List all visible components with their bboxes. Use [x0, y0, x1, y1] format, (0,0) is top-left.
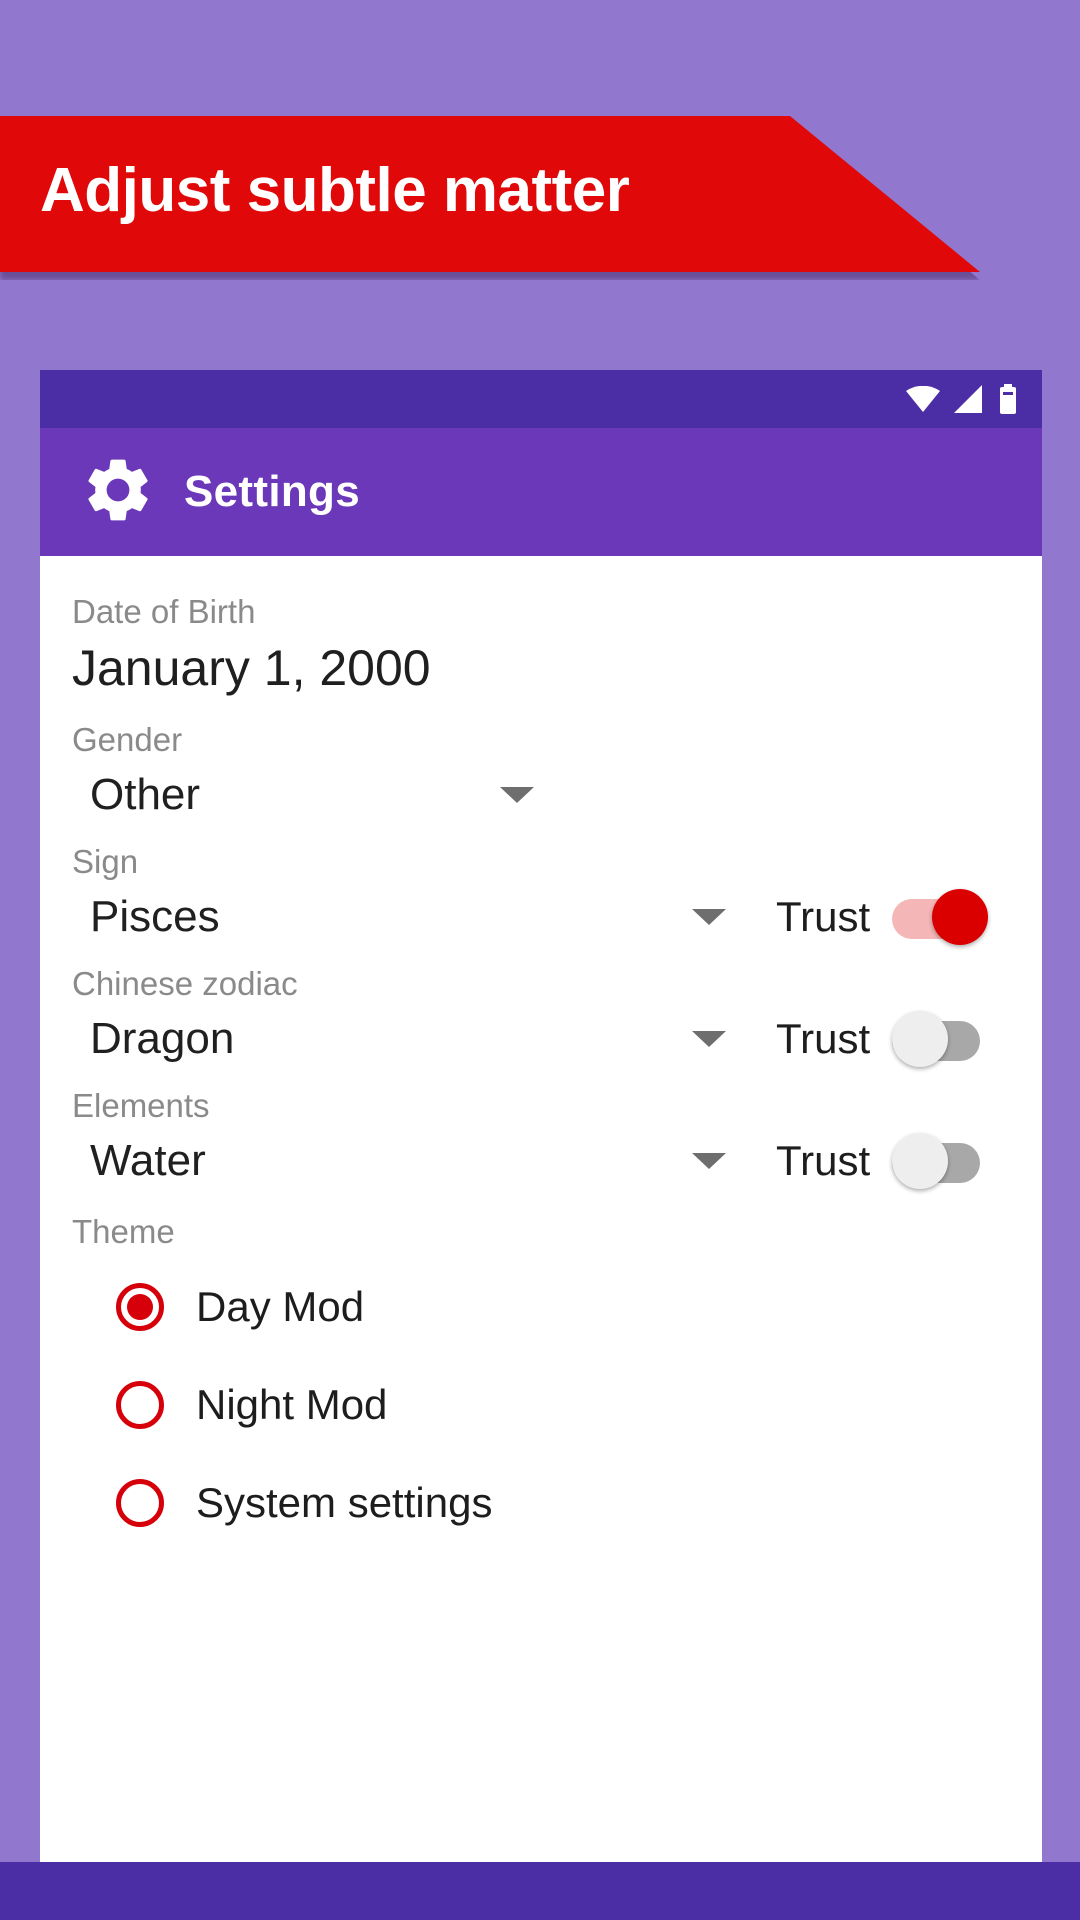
chinese-zodiac-trust-block: Trust [776, 1011, 1006, 1067]
sign-row: Pisces Trust [72, 886, 1006, 948]
sign-select[interactable]: Pisces [72, 886, 734, 948]
field-gender: Gender Other [72, 718, 1006, 826]
banner-title: Adjust subtle matter [40, 156, 630, 225]
theme-option-label: Night Mod [196, 1381, 388, 1428]
field-theme: Theme Day Mod Night Mod System settings [72, 1206, 1006, 1552]
chinese-zodiac-label: Chinese zodiac [72, 965, 298, 1002]
chevron-down-icon[interactable] [500, 787, 534, 803]
gender-value: Other [90, 770, 201, 819]
date-of-birth-label: Date of Birth [72, 593, 256, 630]
radio-icon-system-settings[interactable] [116, 1479, 164, 1527]
sign-value: Pisces [90, 892, 220, 941]
field-sign: Sign Pisces Trust [72, 840, 1006, 948]
sign-trust-label: Trust [776, 893, 871, 940]
promo-banner: Adjust subtle matter [0, 116, 980, 280]
sign-trust-toggle[interactable] [892, 889, 989, 945]
toggle-thumb [892, 1133, 949, 1189]
wifi-icon [906, 386, 940, 412]
elements-select[interactable]: Water [72, 1130, 734, 1192]
chevron-down-icon[interactable] [692, 909, 726, 925]
gender-row: Other [72, 764, 1006, 826]
gear-icon[interactable] [80, 452, 156, 533]
chinese-zodiac-value: Dragon [90, 1014, 235, 1063]
gender-label: Gender [72, 721, 183, 758]
elements-label: Elements [72, 1087, 210, 1124]
toggle-thumb [932, 889, 989, 945]
app-bar: Settings [40, 428, 1042, 556]
status-bar [40, 370, 1042, 428]
theme-option-label: System settings [196, 1479, 493, 1526]
field-chinese-zodiac: Chinese zodiac Dragon Trust [72, 962, 1006, 1070]
navigation-bar [0, 1862, 1080, 1920]
field-elements: Elements Water Trust [72, 1084, 1006, 1192]
toggle-thumb [892, 1011, 949, 1067]
sign-trust-block: Trust [776, 889, 1006, 945]
theme-option-night-mod[interactable]: Night Mod [72, 1356, 1006, 1454]
page-title: Settings [184, 467, 360, 516]
elements-row: Water Trust [72, 1130, 1006, 1192]
chinese-zodiac-trust-toggle[interactable] [892, 1011, 988, 1067]
theme-option-day-mod[interactable]: Day Mod [72, 1258, 1006, 1356]
date-of-birth-value[interactable]: January 1, 2000 [72, 636, 1006, 700]
radio-dot [127, 1294, 153, 1320]
elements-trust-label: Trust [776, 1137, 871, 1184]
radio-icon-night-mod[interactable] [116, 1381, 164, 1429]
chevron-down-icon[interactable] [692, 1153, 726, 1169]
chevron-down-icon[interactable] [692, 1031, 726, 1047]
elements-value: Water [90, 1136, 206, 1185]
sign-label: Sign [72, 843, 139, 880]
field-date-of-birth: Date of Birth January 1, 2000 [72, 590, 1006, 700]
elements-trust-toggle[interactable] [892, 1133, 988, 1189]
chinese-zodiac-select[interactable]: Dragon [72, 1008, 734, 1070]
chinese-zodiac-trust-label: Trust [776, 1015, 871, 1062]
theme-label: Theme [72, 1213, 175, 1250]
signal-icon [954, 385, 984, 413]
chinese-zodiac-row: Dragon Trust [72, 1008, 1006, 1070]
radio-icon-day-mod[interactable] [116, 1283, 164, 1331]
elements-trust-block: Trust [776, 1133, 1006, 1189]
settings-form: Date of Birth January 1, 2000 Gender Oth… [40, 556, 1042, 1862]
theme-option-system-settings[interactable]: System settings [72, 1454, 1006, 1552]
gender-select[interactable]: Other [72, 764, 542, 826]
battery-icon [998, 384, 1018, 414]
phone-screenshot: Settings Date of Birth January 1, 2000 G… [40, 370, 1042, 1862]
theme-option-label: Day Mod [196, 1283, 365, 1330]
